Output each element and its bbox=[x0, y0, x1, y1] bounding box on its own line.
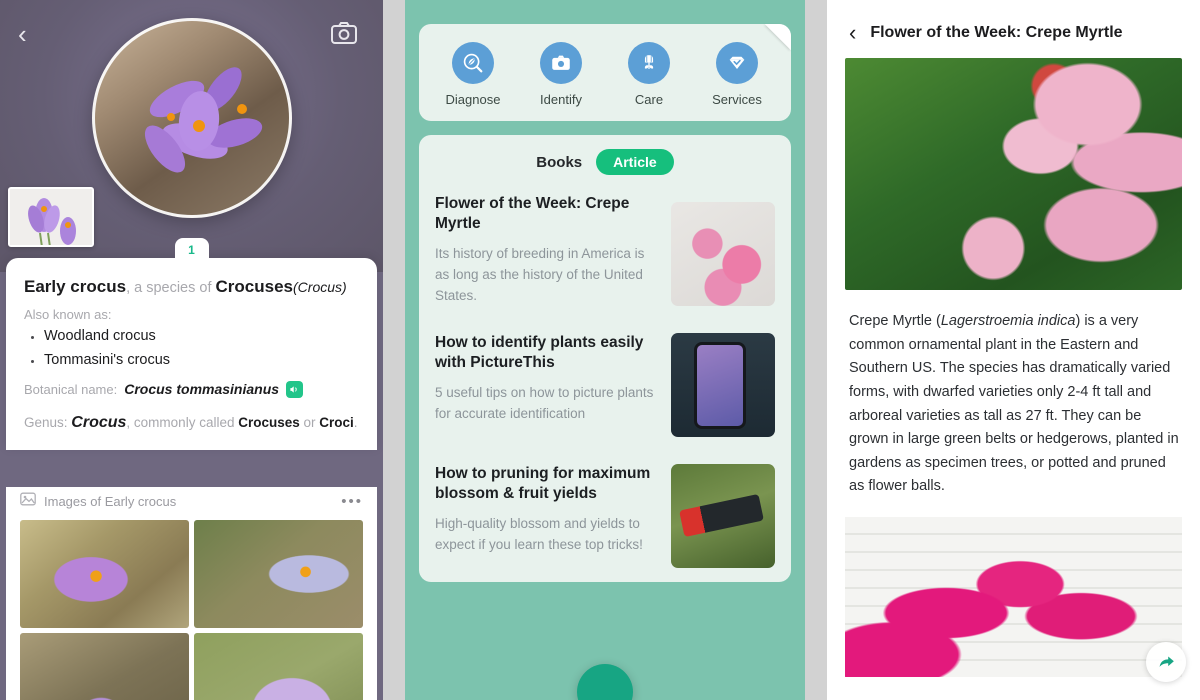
status-bar bbox=[827, 0, 1200, 12]
tab-article[interactable]: Article bbox=[596, 149, 674, 175]
article-title: How to pruning for maximum blossom & fru… bbox=[435, 465, 651, 503]
tab-books[interactable]: Books bbox=[536, 154, 582, 171]
camera-fab-button[interactable] bbox=[577, 664, 633, 700]
flower-icon bbox=[628, 42, 670, 84]
common-name: Early crocus bbox=[24, 277, 127, 296]
genus-alt-name-2: Croci bbox=[319, 414, 354, 430]
article-header: ‹ Flower of the Week: Crepe Myrtle bbox=[827, 12, 1200, 58]
a-species-of-text: , a species of bbox=[126, 280, 216, 296]
quick-actions-card: Diagnose Identify Care Services bbox=[419, 24, 791, 121]
quick-action-label: Services bbox=[712, 92, 762, 107]
also-known-as-list: Woodland crocus Tommasini's crocus bbox=[30, 325, 359, 373]
quick-action-identify[interactable]: Identify bbox=[524, 42, 598, 107]
grid-image-4[interactable] bbox=[194, 633, 363, 700]
home-feed-panel: Diagnose Identify Care Services Books Ar… bbox=[405, 0, 805, 700]
article-text: How to identify plants easily with Pictu… bbox=[435, 333, 659, 437]
photo-thumbnail[interactable] bbox=[8, 187, 94, 247]
article-thumbnail bbox=[671, 333, 775, 438]
more-horizontal-icon[interactable]: ••• bbox=[341, 493, 363, 510]
photo-index-badge: 1 bbox=[174, 238, 209, 262]
article-paragraph: Crepe Myrtle (Lagerstroemia indica) is a… bbox=[849, 310, 1180, 499]
botanical-name-value: Crocus tommasinianus bbox=[124, 381, 280, 398]
species-info-card: Early crocus, a species of Crocuses(Croc… bbox=[6, 258, 377, 451]
grid-image-3[interactable] bbox=[20, 633, 189, 700]
quick-action-diagnose[interactable]: Diagnose bbox=[436, 42, 510, 107]
article-item[interactable]: How to pruning for maximum blossom & fru… bbox=[419, 451, 791, 582]
article-title: Flower of the Week: Crepe Myrtle bbox=[435, 195, 630, 232]
image-grid bbox=[20, 520, 363, 700]
quick-action-care[interactable]: Care bbox=[612, 42, 686, 107]
leaf-magnifier-icon bbox=[452, 42, 494, 84]
quick-action-label: Care bbox=[634, 92, 664, 107]
list-item: Woodland crocus bbox=[30, 325, 359, 349]
back-chevron-icon[interactable]: ‹ bbox=[849, 22, 856, 44]
images-section-header: Images of Early crocus ••• bbox=[20, 487, 363, 520]
botanical-name-row: Botanical name: Crocus tommasinianus bbox=[24, 380, 359, 398]
panel-divider-right bbox=[805, 0, 827, 700]
diamond-check-icon bbox=[716, 42, 758, 84]
folded-corner-decoration bbox=[765, 24, 791, 50]
articles-card: Books Article Flower of the Week: Crepe … bbox=[419, 135, 791, 583]
image-icon bbox=[20, 492, 36, 511]
article-thumbnail bbox=[671, 464, 775, 569]
content-tabs: Books Article bbox=[419, 135, 791, 181]
quick-actions-row: Diagnose Identify Care Services bbox=[429, 42, 781, 107]
images-section-label: Images of Early crocus bbox=[44, 494, 177, 509]
article-excerpt: Its history of breeding in America is as… bbox=[435, 245, 645, 303]
genus-label: Genus: bbox=[24, 414, 68, 430]
quick-action-services[interactable]: Services bbox=[700, 42, 774, 107]
quick-action-label: Identify bbox=[540, 92, 582, 107]
genus-mid-text: , commonly called bbox=[126, 414, 239, 430]
status-bar bbox=[405, 0, 805, 10]
genus-or-text: or bbox=[299, 414, 320, 430]
article-item[interactable]: How to identify plants easily with Pictu… bbox=[419, 320, 791, 451]
article-second-image bbox=[845, 517, 1182, 677]
article-hero-image bbox=[845, 58, 1182, 290]
article-excerpt: High-quality blossom and yields to expec… bbox=[435, 516, 643, 552]
genus-name: Crocus bbox=[71, 413, 127, 431]
article-text: Flower of the Week: Crepe Myrtle Its his… bbox=[435, 194, 659, 306]
article-thumbnail bbox=[671, 202, 775, 307]
back-chevron-icon[interactable]: ‹ bbox=[18, 21, 44, 48]
article-body: Crepe Myrtle (Lagerstroemia indica) is a… bbox=[827, 290, 1200, 513]
article-item[interactable]: Flower of the Week: Crepe Myrtle Its his… bbox=[419, 181, 791, 320]
share-arrow-icon bbox=[1159, 655, 1174, 667]
genus-alt-name-1: Crocuses bbox=[238, 414, 300, 430]
images-section: Images of Early crocus ••• bbox=[6, 487, 377, 700]
article-detail-panel: ‹ Flower of the Week: Crepe Myrtle Crepe… bbox=[827, 0, 1200, 700]
paragraph-body: ) is a very common ornamental plant in t… bbox=[849, 313, 1179, 495]
hero-image-area: ‹ bbox=[0, 0, 383, 272]
quick-action-label: Diagnose bbox=[445, 92, 501, 107]
article-text: How to pruning for maximum blossom & fru… bbox=[435, 464, 659, 568]
genus-common-name: Crocuses bbox=[215, 277, 294, 296]
genus-parenthetical: (Crocus) bbox=[293, 279, 347, 295]
page-title: Flower of the Week: Crepe Myrtle bbox=[870, 24, 1123, 41]
plant-detail-panel: ‹ 1 Early crocus, a species of Crocuses(… bbox=[0, 0, 383, 700]
list-item: Tommasini's crocus bbox=[30, 349, 359, 373]
camera-icon bbox=[540, 42, 582, 84]
camera-icon[interactable] bbox=[331, 22, 357, 44]
share-button[interactable] bbox=[1146, 642, 1186, 682]
scientific-name: Lagerstroemia indica bbox=[940, 313, 1076, 329]
species-title: Early crocus, a species of Crocuses(Croc… bbox=[24, 276, 359, 298]
also-known-as-label: Also known as: bbox=[24, 307, 112, 323]
genus-end-text: . bbox=[353, 414, 358, 430]
article-excerpt: 5 useful tips on how to picture plants f… bbox=[435, 385, 654, 421]
plant-photo-circle[interactable] bbox=[91, 18, 292, 218]
genus-description: Genus: Crocus, commonly called Crocuses … bbox=[24, 409, 359, 436]
grid-image-2[interactable] bbox=[194, 520, 363, 628]
botanical-name-label: Botanical name: bbox=[24, 381, 118, 397]
grid-image-1[interactable] bbox=[20, 520, 189, 628]
paragraph-prefix: Crepe Myrtle ( bbox=[849, 313, 941, 329]
panel-divider-left bbox=[383, 0, 405, 700]
speaker-icon[interactable] bbox=[286, 380, 304, 398]
article-title: How to identify plants easily with Pictu… bbox=[435, 334, 644, 372]
